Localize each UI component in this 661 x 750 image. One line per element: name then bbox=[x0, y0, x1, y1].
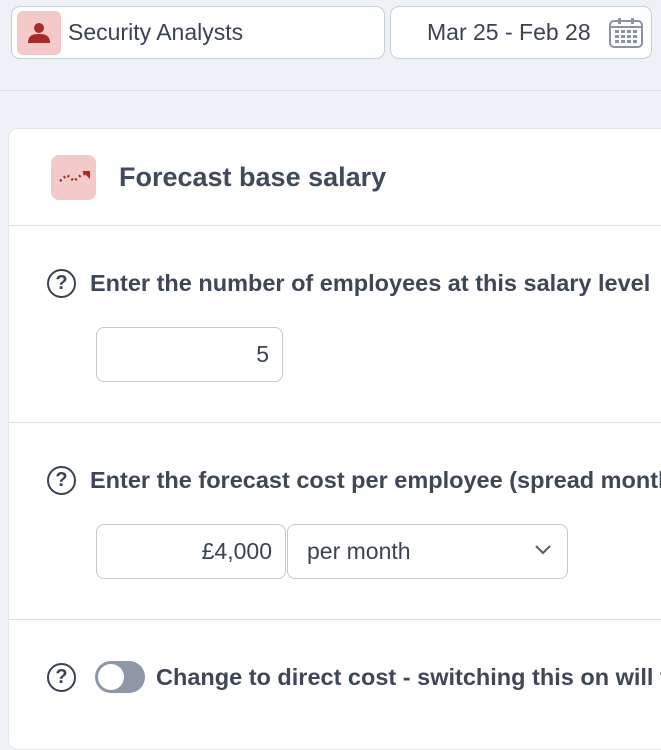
employees-count-input[interactable] bbox=[96, 327, 283, 382]
employees-question-label: Enter the number of employees at this sa… bbox=[90, 270, 651, 296]
header-divider bbox=[0, 90, 661, 91]
calendar-icon bbox=[608, 17, 643, 48]
toggle-knob bbox=[98, 664, 124, 690]
forecast-card: Forecast base salary ? Enter the number … bbox=[8, 128, 661, 750]
card-header: Forecast base salary bbox=[9, 129, 661, 225]
cost-per-employee-input[interactable] bbox=[96, 524, 286, 579]
card-title: Forecast base salary bbox=[119, 162, 387, 192]
period-select[interactable]: per month bbox=[287, 524, 568, 579]
trend-up-icon bbox=[51, 155, 96, 200]
direct-cost-label: Change to direct cost - switching this o… bbox=[156, 663, 661, 690]
direct-cost-row: ? Change to direct cost - switching this… bbox=[47, 661, 661, 693]
section-divider bbox=[9, 422, 661, 423]
help-icon[interactable]: ? bbox=[47, 269, 76, 298]
section-divider bbox=[9, 225, 661, 226]
cost-question-label: Enter the forecast cost per employee (sp… bbox=[90, 467, 661, 493]
role-selector[interactable]: Security Analysts bbox=[11, 6, 385, 59]
section-divider bbox=[9, 619, 661, 620]
date-range-label: Mar 25 - Feb 28 bbox=[427, 19, 591, 45]
top-bar: Security Analysts Mar 25 - Feb 28 bbox=[0, 0, 661, 90]
cost-question-row: ? Enter the forecast cost per employee (… bbox=[47, 466, 661, 495]
help-icon[interactable]: ? bbox=[47, 466, 76, 495]
period-select-value: per month bbox=[307, 538, 411, 564]
person-icon bbox=[17, 10, 61, 55]
direct-cost-toggle[interactable] bbox=[95, 661, 145, 693]
employees-question-row: ? Enter the number of employees at this … bbox=[47, 269, 650, 298]
help-icon[interactable]: ? bbox=[47, 662, 76, 692]
chevron-down-icon bbox=[535, 545, 551, 555]
date-range-picker[interactable]: Mar 25 - Feb 28 bbox=[390, 6, 652, 59]
role-label: Security Analysts bbox=[68, 19, 244, 45]
